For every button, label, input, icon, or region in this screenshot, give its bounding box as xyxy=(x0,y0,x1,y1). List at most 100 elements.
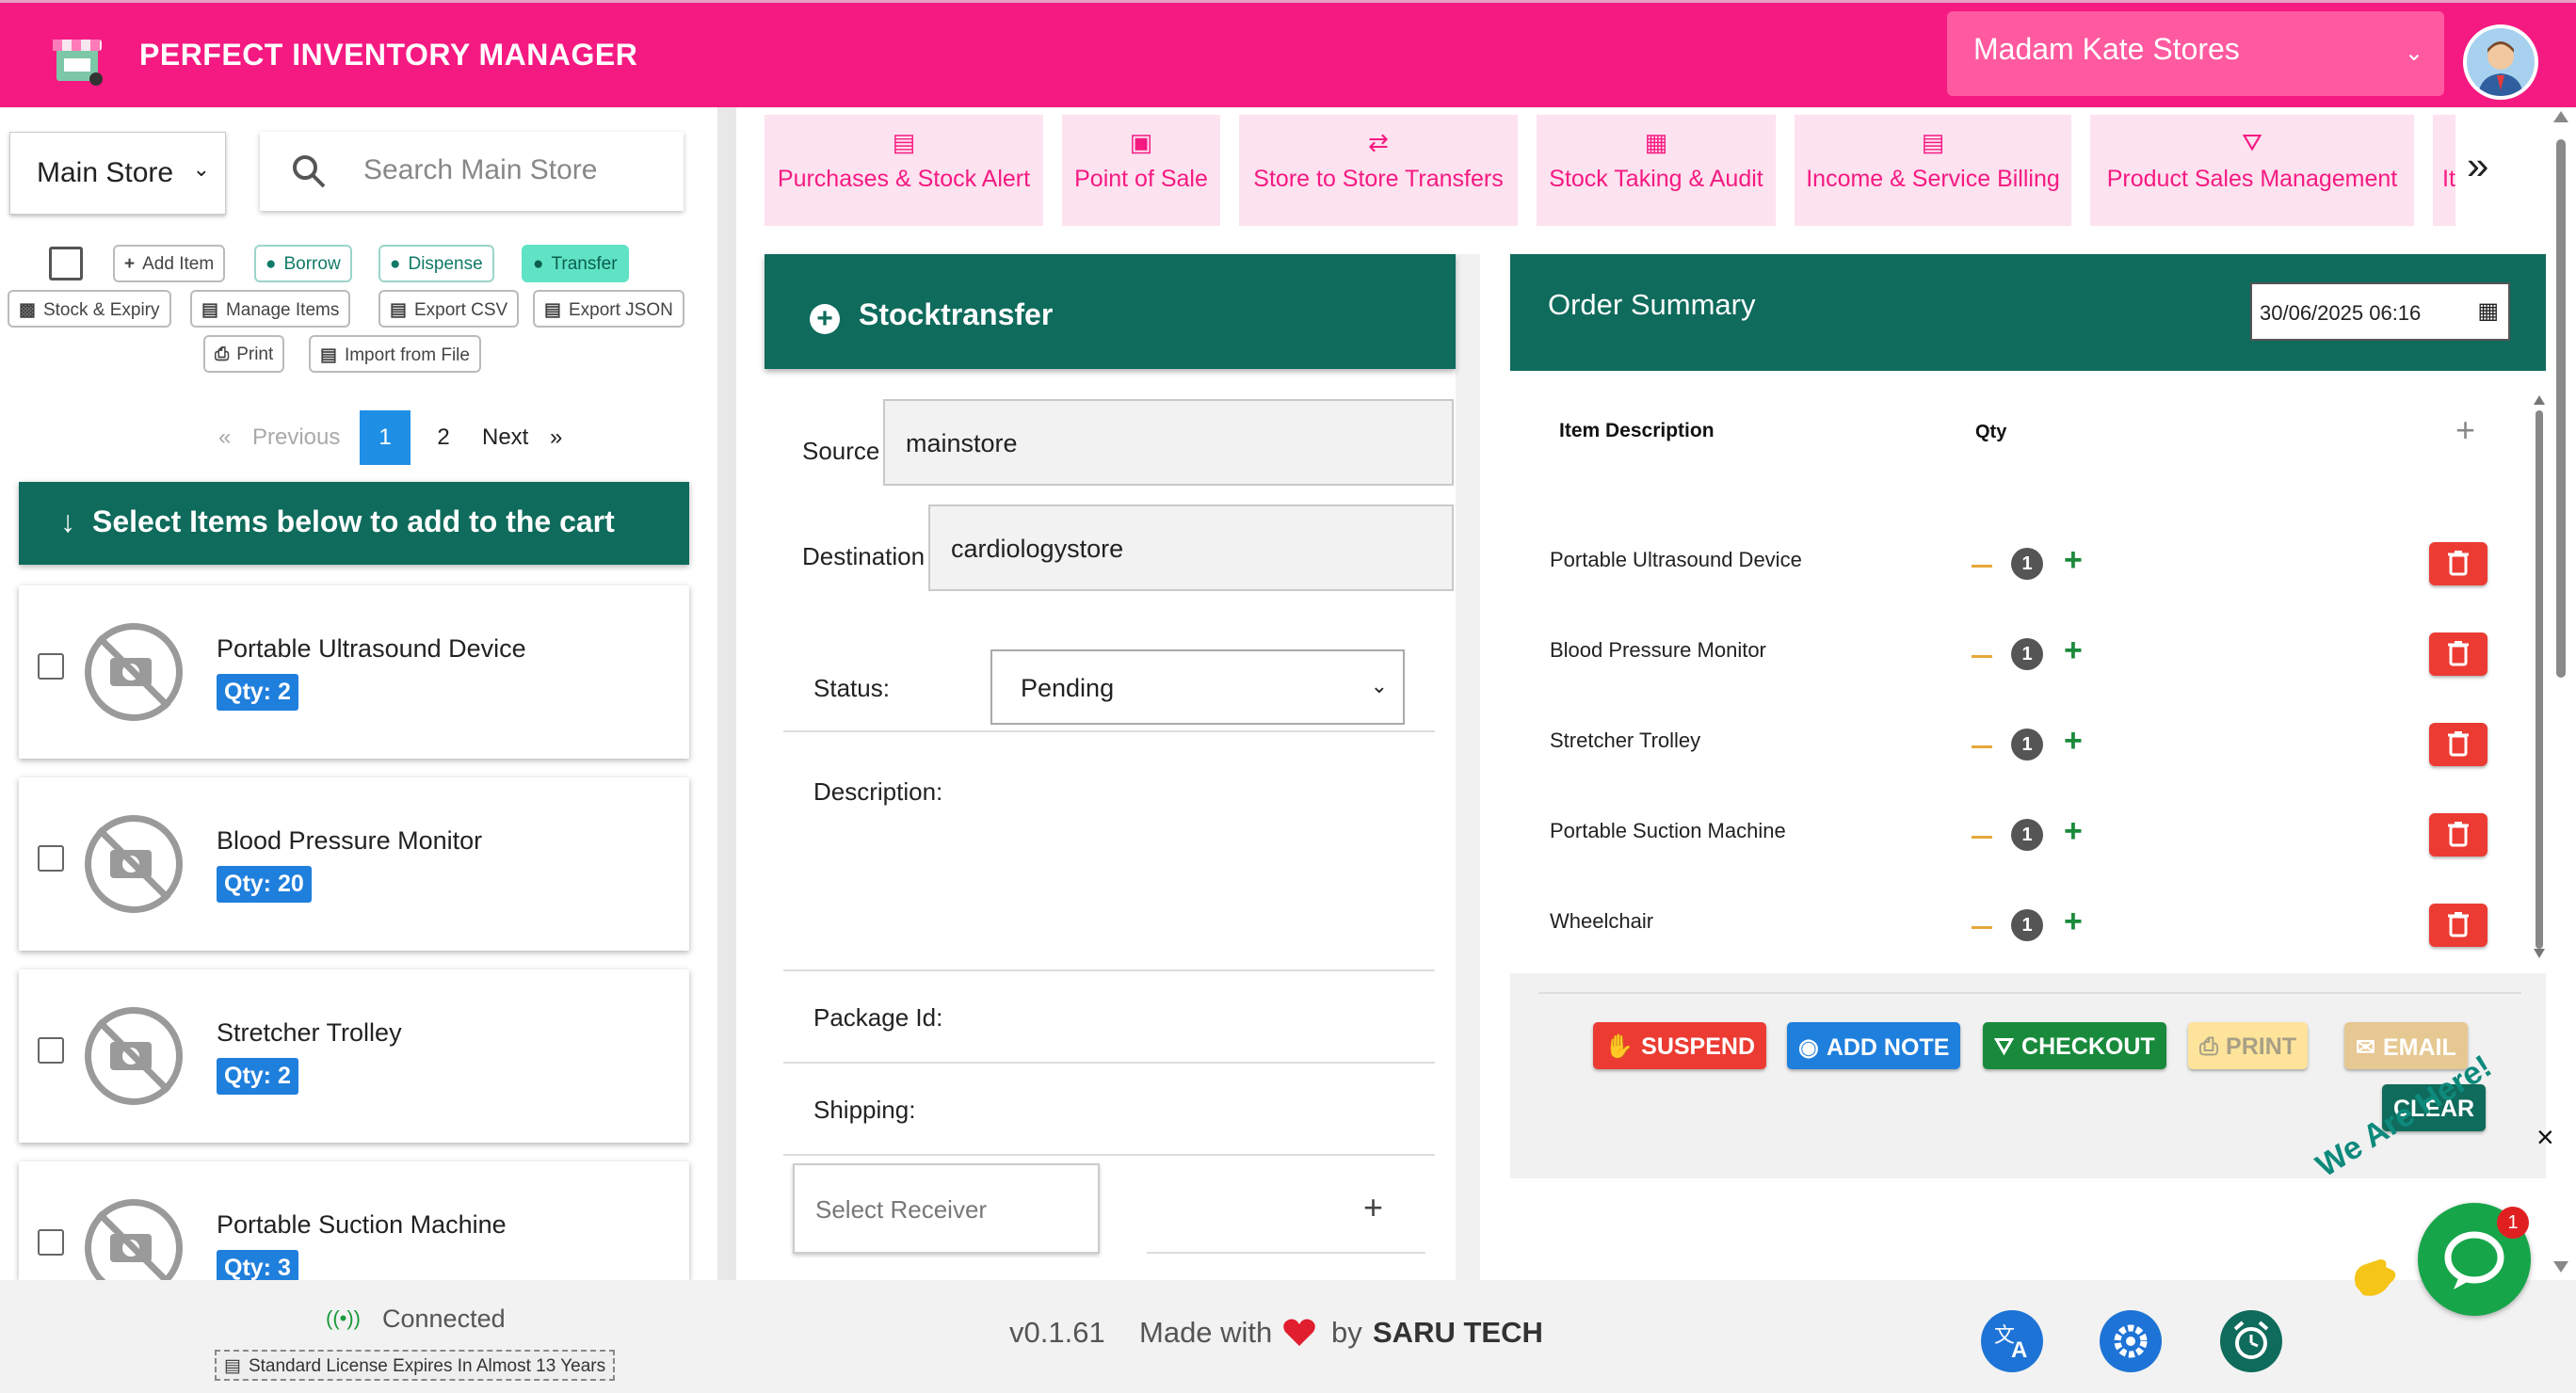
item-checkbox[interactable] xyxy=(38,845,64,872)
translate-button[interactable]: 文A xyxy=(1981,1310,2043,1372)
by-text: by xyxy=(1331,1316,1362,1349)
store-selector-label: Madam Kate Stores xyxy=(1973,32,2240,66)
divider xyxy=(783,969,1435,971)
boxes-icon: ▦ xyxy=(1644,128,1668,156)
add-row-button[interactable]: + xyxy=(2455,410,2475,450)
item-card[interactable]: Portable Suction Machine Qty: 3 xyxy=(19,1161,689,1280)
manage-items-button[interactable]: ▤ Manage Items xyxy=(190,290,351,328)
delete-item-button[interactable] xyxy=(2429,542,2487,585)
no-image-icon xyxy=(85,815,183,913)
print-button[interactable]: ⎙ Print xyxy=(203,335,285,373)
item-checkbox[interactable] xyxy=(38,1037,64,1064)
tab-product-sales[interactable]: ⛛ Product Sales Management xyxy=(2090,115,2414,226)
plus-circle-icon: ● xyxy=(390,254,401,274)
svg-text:A: A xyxy=(2011,1337,2027,1363)
store-dropdown[interactable]: Main Store ⌄ xyxy=(9,132,226,215)
item-card[interactable]: Stretcher Trolley Qty: 2 xyxy=(19,969,689,1143)
item-checkbox[interactable] xyxy=(38,1229,64,1256)
export-csv-button[interactable]: ▤ Export CSV xyxy=(378,290,520,328)
order-item-name: Portable Ultrasound Device xyxy=(1550,548,1802,571)
tab-point-of-sale[interactable]: ▣ Point of Sale xyxy=(1062,115,1220,226)
stocktransfer-header: + Stocktransfer xyxy=(765,254,1456,369)
tab-overflow[interactable]: It xyxy=(2433,115,2455,226)
add-item-button[interactable]: + Add Item xyxy=(113,245,226,282)
transfer-button[interactable]: ● Transfer xyxy=(522,245,629,282)
tab-stock-taking[interactable]: ▦ Stock Taking & Audit xyxy=(1537,115,1776,226)
delete-item-button[interactable] xyxy=(2429,813,2487,857)
add-receiver-button[interactable]: + xyxy=(1363,1188,1383,1227)
increase-qty-button[interactable]: + xyxy=(2064,904,2083,940)
envelope-icon: ✉ xyxy=(2356,1034,2375,1061)
search-icon xyxy=(293,155,326,188)
borrow-label: Borrow xyxy=(283,254,341,274)
chevron-down-icon: ⌄ xyxy=(1370,674,1388,697)
page-1-link[interactable]: 1 xyxy=(360,410,411,465)
hand-icon: ✋ xyxy=(1604,1033,1634,1060)
item-card[interactable]: Portable Ultrasound Device Qty: 2 xyxy=(19,585,689,759)
destination-field[interactable]: cardiologystore xyxy=(928,504,1454,591)
source-field[interactable]: mainstore xyxy=(883,399,1454,486)
decrease-qty-button[interactable] xyxy=(1972,926,1992,929)
tab-income-billing[interactable]: ▤ Income & Service Billing xyxy=(1795,115,2071,226)
tab-stock-taking-label: Stock Taking & Audit xyxy=(1549,166,1763,192)
checkout-button[interactable]: ⛛ CHECKOUT xyxy=(1983,1022,2166,1069)
gear-icon xyxy=(2114,1324,2148,1358)
date-time-input[interactable]: 30/06/2025 06:16 ▦ xyxy=(2250,282,2510,341)
summary-scrollbar[interactable] xyxy=(2533,395,2546,958)
item-name: Portable Ultrasound Device xyxy=(217,634,526,663)
tab-purchases-label: Purchases & Stock Alert xyxy=(777,166,1031,192)
export-json-button[interactable]: ▤ Export JSON xyxy=(533,290,684,328)
decrease-qty-button[interactable] xyxy=(1972,565,1992,568)
item-qty-badge: Qty: 2 xyxy=(217,1058,298,1095)
delete-item-button[interactable] xyxy=(2429,904,2487,947)
panel-resize-handle[interactable] xyxy=(717,107,736,1280)
tab-store-transfers[interactable]: ⇄ Store to Store Transfers xyxy=(1239,115,1518,226)
next-arrow: » xyxy=(550,424,563,450)
receiver-select[interactable]: Select Receiver xyxy=(793,1163,1100,1254)
email-label: EMAIL xyxy=(2382,1034,2456,1061)
add-note-button[interactable]: ◉ ADD NOTE xyxy=(1787,1022,1961,1069)
chat-close-icon[interactable]: × xyxy=(2536,1120,2554,1155)
store-selector[interactable]: Madam Kate Stores ⌄ xyxy=(1947,11,2444,96)
item-card[interactable]: Blood Pressure Monitor Qty: 20 xyxy=(19,777,689,951)
next-page-link[interactable]: Next xyxy=(482,410,528,465)
description-field[interactable] xyxy=(783,744,1435,966)
delete-item-button[interactable] xyxy=(2429,632,2487,676)
increase-qty-button[interactable]: + xyxy=(2064,813,2083,850)
app-version: v0.1.61 xyxy=(1009,1316,1105,1349)
borrow-button[interactable]: ● Borrow xyxy=(254,245,352,282)
tabs-more-icon[interactable]: » xyxy=(2467,143,2488,188)
previous-page-link[interactable]: Previous xyxy=(252,410,340,465)
page-scrollbar[interactable] xyxy=(2546,107,2576,1280)
increase-qty-button[interactable]: + xyxy=(2064,632,2083,669)
tab-purchases[interactable]: ▤ Purchases & Stock Alert xyxy=(765,115,1043,226)
print-order-button[interactable]: ⎙ PRINT xyxy=(2188,1022,2309,1069)
page-2-link[interactable]: 2 xyxy=(429,410,458,465)
select-all-checkbox[interactable] xyxy=(49,247,83,280)
stock-expiry-button[interactable]: ▩ Stock & Expiry xyxy=(8,290,171,328)
decrease-qty-button[interactable] xyxy=(1972,745,1992,748)
increase-qty-button[interactable]: + xyxy=(2064,542,2083,579)
delete-item-button[interactable] xyxy=(2429,723,2487,766)
user-avatar[interactable] xyxy=(2463,24,2538,100)
print-order-label: PRINT xyxy=(2226,1033,2297,1060)
increase-qty-button[interactable]: + xyxy=(2064,723,2083,760)
item-name: Blood Pressure Monitor xyxy=(217,826,483,855)
company-name: SARU TECH xyxy=(1373,1316,1543,1349)
chevron-down-icon: ⌄ xyxy=(192,157,210,181)
calendar-icon: ▦ xyxy=(2477,298,2499,324)
item-checkbox[interactable] xyxy=(38,653,64,680)
dispense-button[interactable]: ● Dispense xyxy=(378,245,494,282)
decrease-qty-button[interactable] xyxy=(1972,836,1992,839)
status-select[interactable]: Pending ⌄ xyxy=(990,649,1405,725)
panel-resize-handle[interactable] xyxy=(1456,254,1480,1280)
import-file-button[interactable]: ▤ Import from File xyxy=(309,335,481,373)
alarm-button[interactable] xyxy=(2220,1310,2282,1372)
search-input[interactable]: Search Main Store xyxy=(260,132,684,211)
cart-icon: ⛛ xyxy=(1994,1033,2015,1060)
suspend-button[interactable]: ✋ SUSPEND xyxy=(1593,1022,1767,1069)
email-button[interactable]: ✉ EMAIL xyxy=(2344,1022,2468,1069)
decrease-qty-button[interactable] xyxy=(1972,655,1992,658)
item-name: Stretcher Trolley xyxy=(217,1018,402,1047)
settings-button[interactable] xyxy=(2100,1310,2162,1372)
